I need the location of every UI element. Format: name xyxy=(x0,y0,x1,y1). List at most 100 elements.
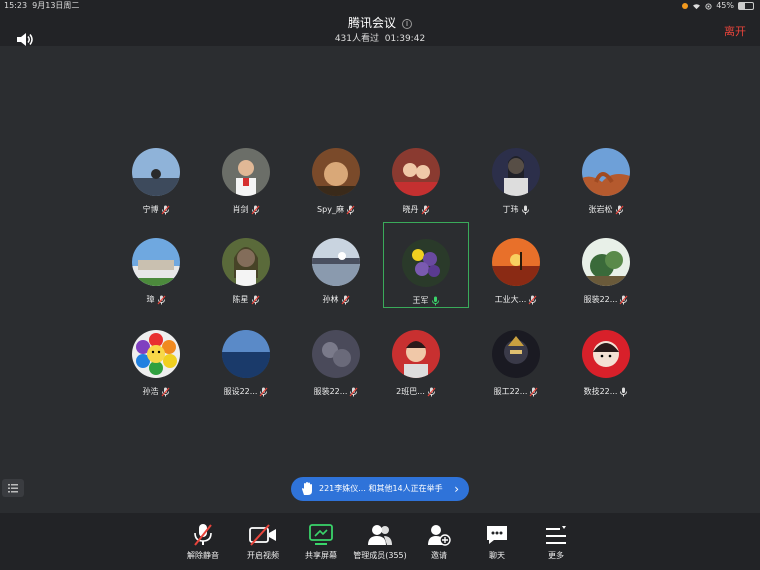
participant-tile[interactable]: 服装22... xyxy=(303,324,369,408)
meeting-header: 腾讯会议 i 431人看过 01:39:42 离开 xyxy=(0,12,760,46)
participant-name-text: 王军 xyxy=(412,296,429,305)
participant-name: 服设22... xyxy=(213,386,279,397)
participant-tile[interactable]: 宁博 xyxy=(123,142,189,226)
participant-tile[interactable]: 服装22... xyxy=(573,232,639,316)
participant-avatar xyxy=(312,330,360,378)
participant-tile[interactable]: Spy_麻 xyxy=(303,142,369,226)
mic-muted-icon xyxy=(251,295,259,304)
participant-name: 2班巴... xyxy=(383,386,449,397)
status-time: 15:23 xyxy=(4,1,28,10)
mic-muted-icon xyxy=(529,387,538,396)
participant-tile[interactable]: 孙浩 xyxy=(123,324,189,408)
participant-name-text: 孙林 xyxy=(322,295,339,304)
meeting-title[interactable]: 腾讯会议 i xyxy=(0,14,760,31)
chevron-right-icon: › xyxy=(454,482,459,496)
wifi-icon xyxy=(693,3,701,9)
participant-name-text: 数技22... xyxy=(583,387,618,396)
mic-muted-icon xyxy=(251,205,259,214)
participant-name: Spy_麻 xyxy=(303,204,369,215)
participant-avatar xyxy=(132,148,180,196)
orientation-lock-icon xyxy=(705,2,712,10)
participant-tile[interactable]: 晓丹 xyxy=(383,142,449,226)
participant-name-text: 服装22... xyxy=(313,387,348,396)
info-icon[interactable]: i xyxy=(402,18,412,29)
participant-name: 丁玮 xyxy=(483,204,549,215)
participant-name: 孙浩 xyxy=(123,386,189,397)
participant-avatar xyxy=(582,148,630,196)
participant-name: 数技22... xyxy=(573,386,639,397)
participant-avatar xyxy=(222,330,270,378)
participant-tile[interactable]: 陈星 xyxy=(213,232,279,316)
participant-tile[interactable]: 数技22... xyxy=(573,324,639,408)
participant-name-text: 宁博 xyxy=(142,205,159,214)
participant-avatar xyxy=(582,238,630,286)
participant-avatar xyxy=(492,330,540,378)
participant-name: 王军 xyxy=(384,295,468,306)
participant-name: 服装22... xyxy=(303,386,369,397)
status-date: 9月13日周二 xyxy=(32,1,80,10)
raise-hand-banner[interactable]: 221李姝仪... 和其他14人正在举手 › xyxy=(291,477,469,501)
participant-name: 工业大... xyxy=(483,294,549,305)
participant-tile[interactable]: 工业大... xyxy=(483,232,549,316)
participant-avatar xyxy=(392,330,440,378)
participant-tile[interactable]: 丁玮 xyxy=(483,142,549,226)
mic-muted-icon xyxy=(157,295,165,304)
participant-name-text: 孙浩 xyxy=(142,387,159,396)
participant-name-text: 工业大... xyxy=(494,295,527,304)
participant-tile[interactable]: 2班巴... xyxy=(383,324,449,408)
toolbar-button-more[interactable]: 更多 xyxy=(521,523,591,561)
participant-avatar xyxy=(582,330,630,378)
participant-name-text: 2班巴... xyxy=(396,387,425,396)
meeting-toolbar: 解除静音 开启视频 共享屏幕 管理成员(355) 邀请 聊天 更多 xyxy=(0,513,760,570)
more-icon xyxy=(521,523,591,547)
participant-tile[interactable]: 王军 xyxy=(383,222,469,308)
participant-avatar xyxy=(222,238,270,286)
battery-icon xyxy=(738,2,754,10)
participant-name: 璋 xyxy=(123,294,189,305)
mic-muted-icon xyxy=(615,205,623,214)
leave-button[interactable]: 离开 xyxy=(724,23,746,39)
participant-tile[interactable]: 张岩松 xyxy=(573,142,639,226)
hand-icon xyxy=(302,482,312,495)
participant-name-text: 张岩松 xyxy=(588,205,613,214)
meeting-duration: 01:39:42 xyxy=(384,34,426,44)
battery-percent: 45% xyxy=(716,1,734,10)
participant-tile[interactable]: 孙林 xyxy=(303,232,369,316)
participant-name-text: 陈星 xyxy=(232,295,249,304)
participant-avatar xyxy=(312,238,360,286)
mic-muted-icon xyxy=(528,295,537,304)
list-view-button[interactable] xyxy=(2,479,24,497)
meeting-subtitle: 431人看过 01:39:42 xyxy=(0,31,760,44)
participant-name: 宁博 xyxy=(123,204,189,215)
participant-name-text: 服工22... xyxy=(493,387,528,396)
participant-name-text: 晓丹 xyxy=(402,205,419,214)
meeting-title-text: 腾讯会议 xyxy=(347,16,396,30)
participant-name: 晓丹 xyxy=(383,204,449,215)
participant-name-text: 丁玮 xyxy=(502,205,519,214)
participant-tile[interactable]: 璋 xyxy=(123,232,189,316)
mic-muted-icon xyxy=(161,387,169,396)
mic-icon xyxy=(620,387,628,396)
mic-muted-icon xyxy=(346,205,355,214)
participant-name: 服工22... xyxy=(483,386,549,397)
recording-dot-icon xyxy=(682,3,689,9)
participant-name: 张岩松 xyxy=(573,204,639,215)
mic-icon xyxy=(521,205,529,214)
mic-muted-icon xyxy=(421,205,429,214)
mic-muted-icon xyxy=(341,295,349,304)
participant-tile[interactable]: 肖剑 xyxy=(213,142,279,226)
participant-name: 服装22... xyxy=(573,294,639,305)
participant-avatar xyxy=(392,148,440,196)
participant-avatar xyxy=(492,148,540,196)
participant-name-text: 璋 xyxy=(146,295,155,304)
mic-muted-icon xyxy=(349,387,358,396)
participant-name-text: 服装22... xyxy=(583,295,618,304)
participant-name-text: Spy_麻 xyxy=(317,205,344,214)
list-icon xyxy=(8,484,18,493)
participant-avatar xyxy=(402,239,450,287)
participant-name-text: 肖剑 xyxy=(232,205,249,214)
participant-avatar xyxy=(132,238,180,286)
mic-muted-icon xyxy=(161,205,169,214)
participant-tile[interactable]: 服工22... xyxy=(483,324,549,408)
participant-tile[interactable]: 服设22... xyxy=(213,324,279,408)
